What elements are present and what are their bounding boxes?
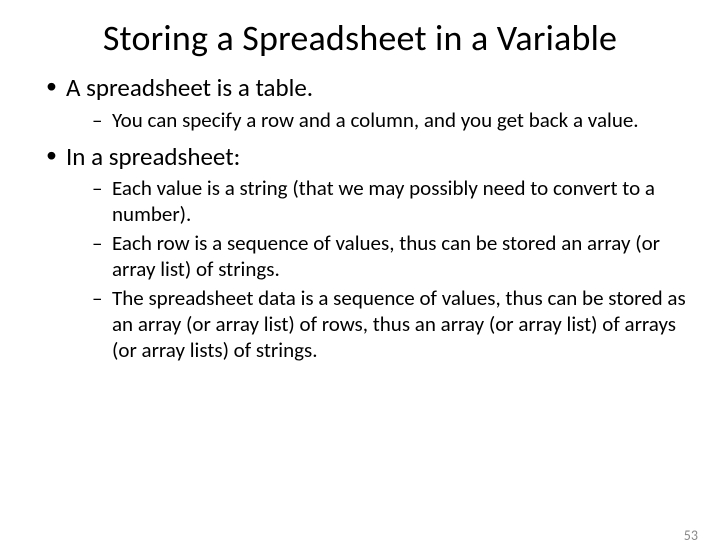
- sub-bullet-text: Each row is a sequence of values, thus c…: [112, 230, 660, 282]
- sub-bullet-text: The spreadsheet data is a sequence of va…: [112, 285, 686, 362]
- bullet-list-lvl1: A spreadsheet is a table. You can specif…: [28, 73, 692, 363]
- bullet-item: A spreadsheet is a table. You can specif…: [46, 73, 692, 133]
- bullet-text: In a spreadsheet:: [66, 141, 240, 172]
- sub-bullet-item: Each value is a string (that we may poss…: [92, 176, 692, 227]
- bullet-list-lvl2: Each value is a string (that we may poss…: [66, 176, 692, 363]
- sub-bullet-text: You can specify a row and a column, and …: [112, 107, 639, 133]
- bullet-list-lvl2: You can specify a row and a column, and …: [66, 108, 692, 134]
- slide-title: Storing a Spreadsheet in a Variable: [30, 18, 690, 59]
- bullet-text: A spreadsheet is a table.: [66, 72, 313, 103]
- sub-bullet-item: Each row is a sequence of values, thus c…: [92, 231, 692, 282]
- sub-bullet-item: The spreadsheet data is a sequence of va…: [92, 286, 692, 363]
- page-number: 53: [684, 527, 698, 540]
- sub-bullet-item: You can specify a row and a column, and …: [92, 108, 692, 134]
- sub-bullet-text: Each value is a string (that we may poss…: [112, 175, 655, 227]
- slide: Storing a Spreadsheet in a Variable A sp…: [0, 18, 720, 540]
- bullet-item: In a spreadsheet: Each value is a string…: [46, 142, 692, 364]
- slide-content: A spreadsheet is a table. You can specif…: [28, 73, 692, 363]
